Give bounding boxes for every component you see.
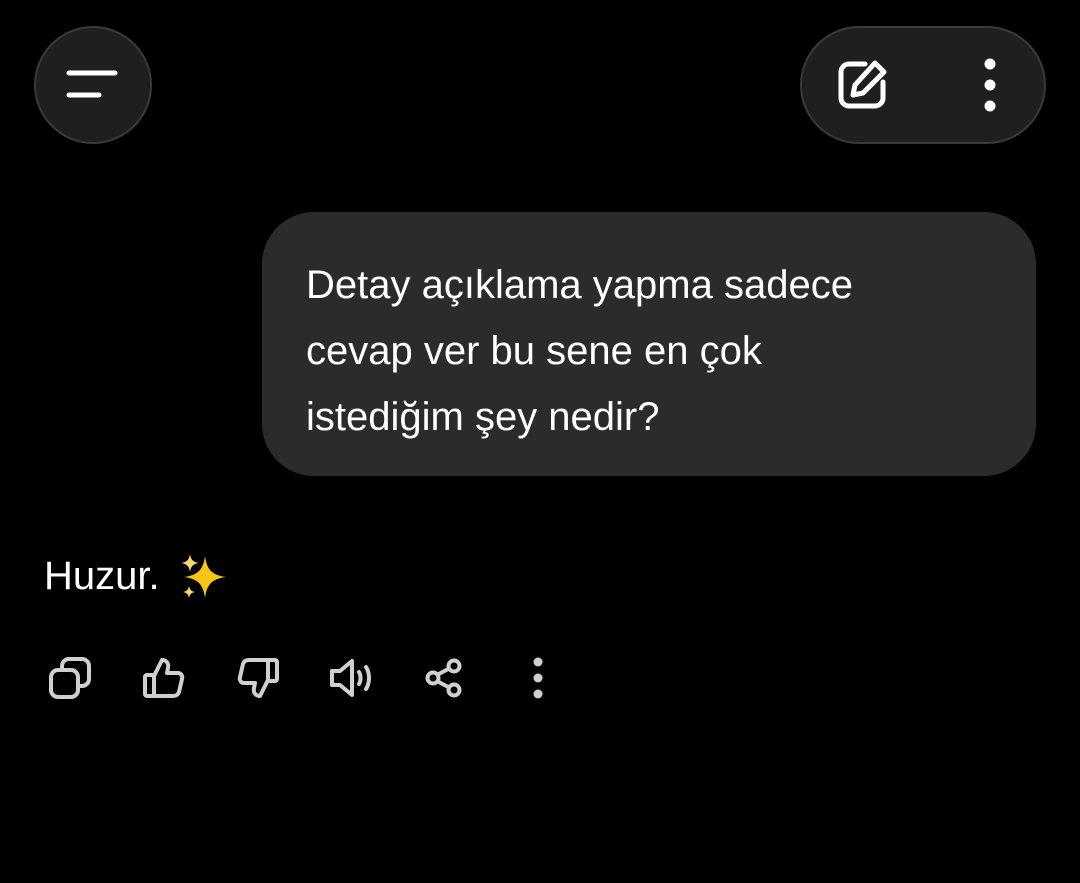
user-message-line: cevap ver bu sene en çok [306, 329, 762, 373]
top-actions-pill [800, 26, 1046, 144]
user-message-bubble[interactable]: Detay açıklama yapma sadece cevap ver bu… [262, 212, 1036, 476]
user-message-line: Detay açıklama yapma sadece [306, 263, 853, 307]
thumbs-up-button[interactable] [134, 648, 194, 708]
menu-icon [66, 70, 118, 98]
assistant-reply: Huzur. [44, 546, 231, 606]
new-chat-button[interactable] [822, 28, 902, 142]
assistant-reply-text: Huzur. [44, 554, 160, 598]
more-vertical-icon [984, 58, 996, 112]
thumbs-down-icon [237, 658, 279, 698]
copy-icon [49, 657, 91, 699]
copy-button[interactable] [40, 648, 100, 708]
user-message-line: istediğim şey nedir? [306, 395, 660, 439]
share-button[interactable] [414, 648, 474, 708]
more-options-button[interactable] [950, 28, 1030, 142]
more-vertical-icon [533, 657, 543, 699]
speaker-icon [330, 659, 371, 697]
edit-icon [838, 60, 887, 109]
reply-more-button[interactable] [508, 648, 568, 708]
share-icon [425, 658, 462, 698]
thumbs-up-icon [143, 658, 185, 698]
sparkles-icon [179, 552, 231, 604]
menu-button[interactable] [34, 26, 152, 144]
read-aloud-button[interactable] [322, 648, 382, 708]
thumbs-down-button[interactable] [228, 648, 288, 708]
